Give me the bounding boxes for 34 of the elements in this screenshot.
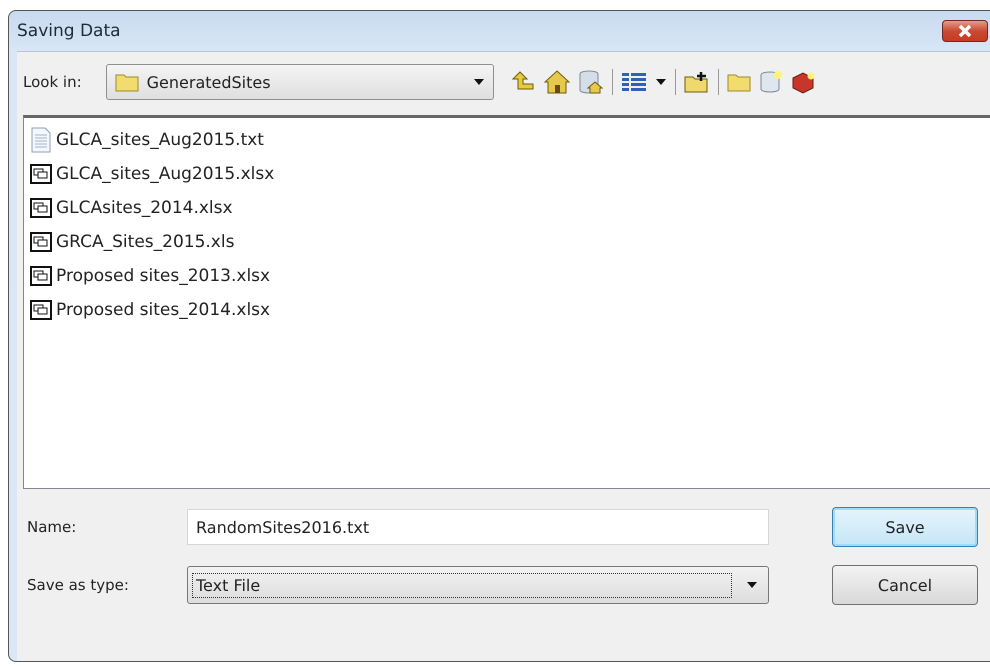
name-label: Name: (27, 518, 78, 536)
folder-icon (726, 72, 751, 92)
look-in-dropdown[interactable]: GeneratedSites (106, 64, 494, 100)
folder-icon (114, 72, 139, 92)
dropdown-arrow-icon[interactable] (472, 78, 485, 86)
file-item[interactable]: Proposed sites_2013.xlsx (56, 266, 270, 286)
save-as-type-label: Save as type: (27, 576, 130, 594)
save-button[interactable]: Save (832, 507, 978, 547)
name-field[interactable]: RandomSites2016.txt (187, 509, 769, 545)
text-file-icon (30, 127, 52, 153)
save-as-type-dropdown[interactable]: Text File (187, 566, 769, 604)
file-item[interactable]: GLCAsites_2014.xlsx (56, 198, 233, 218)
dropdown-arrow-icon[interactable] (654, 78, 667, 86)
list-view-icon[interactable] (620, 71, 647, 93)
close-button[interactable] (942, 20, 988, 42)
table-file-icon (30, 299, 52, 321)
file-item[interactable]: Proposed sites_2014.xlsx (56, 300, 270, 320)
table-file-icon (30, 197, 52, 219)
table-file-icon (30, 231, 52, 253)
dropdown-arrow-icon[interactable] (746, 581, 758, 589)
new-folder-icon[interactable] (684, 71, 710, 93)
database-icon[interactable] (758, 70, 783, 94)
file-item[interactable]: GRCA_Sites_2015.xls (56, 232, 234, 252)
window-title: Saving Data (17, 21, 121, 41)
database-home-icon[interactable] (578, 70, 604, 94)
look-in-label: Look in: (23, 73, 82, 91)
table-file-icon (30, 163, 52, 185)
home-icon[interactable] (544, 70, 570, 94)
toolbox-icon[interactable] (790, 70, 815, 94)
cancel-button[interactable]: Cancel (832, 565, 978, 605)
table-file-icon (30, 265, 52, 287)
file-item[interactable]: GLCA_sites_Aug2015.txt (56, 130, 264, 150)
file-item[interactable]: GLCA_sites_Aug2015.xlsx (56, 164, 274, 184)
close-icon (956, 24, 974, 38)
